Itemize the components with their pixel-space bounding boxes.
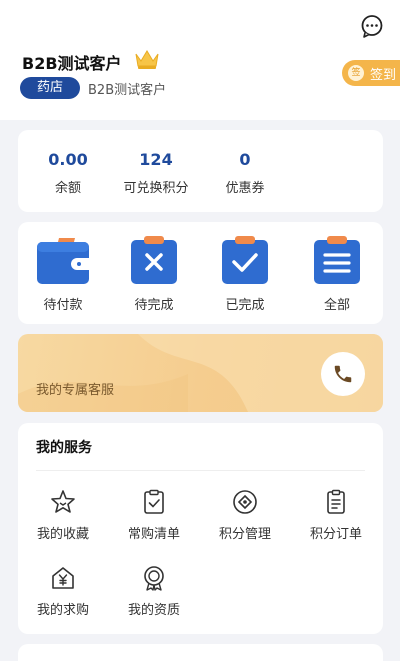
stat-label: 余额 [54, 181, 81, 196]
service-label: 常购清单 [127, 527, 180, 542]
orders-card: 待付款 待完成 已完成 全部 [18, 222, 383, 324]
dedicated-service-banner[interactable]: 我的专属客服 [18, 334, 383, 412]
service-label: 我的资质 [127, 603, 180, 618]
signin-button[interactable]: 签 签到 [342, 60, 400, 86]
order-completed[interactable]: 已完成 [210, 236, 280, 313]
stat-points[interactable]: 124 可兑换积分 [116, 150, 196, 196]
call-button[interactable] [321, 352, 365, 396]
stat-value: 124 [139, 150, 173, 169]
stat-value: 0.00 [48, 150, 88, 169]
service-label: 积分管理 [218, 527, 271, 542]
next-card-peek [18, 644, 383, 661]
profile-header: B2B测试客户 药店 B2B测试客户 签 签到 [0, 0, 400, 120]
stat-balance[interactable]: 0.00 余额 [28, 150, 108, 196]
order-to-complete[interactable]: 待完成 [119, 236, 189, 313]
wallet-icon [37, 238, 89, 284]
service-purchase-requests[interactable]: 我的求购 [20, 565, 106, 618]
points-icon [233, 490, 257, 514]
clipboard-list-icon [314, 236, 360, 284]
stat-label: 可兑换积分 [123, 181, 189, 196]
service-frequent-list[interactable]: 常购清单 [111, 489, 197, 542]
service-points-management[interactable]: 积分管理 [202, 489, 288, 542]
my-services-card: 我的服务 我的收藏 常购清单 积分管理 积分订单 我的求购 我的资质 [18, 423, 383, 634]
order-pending-payment[interactable]: 待付款 [28, 236, 98, 313]
service-label: 我的收藏 [36, 527, 89, 542]
clipboard-x-icon [131, 236, 177, 284]
services-title: 我的服务 [36, 440, 92, 456]
stat-label: 优惠券 [225, 181, 265, 196]
order-label: 待完成 [134, 298, 174, 313]
order-all[interactable]: 全部 [302, 236, 372, 313]
points-order-icon [327, 489, 345, 514]
order-label: 全部 [323, 298, 350, 313]
user-subname: B2B测试客户 [88, 83, 167, 98]
stats-card: 0.00 余额 124 可兑换积分 0 优惠券 [18, 130, 383, 212]
purchase-request-icon [52, 567, 74, 589]
signin-coin-icon: 签 [348, 65, 364, 81]
stat-value: 0 [239, 150, 251, 169]
crown-icon [135, 50, 159, 69]
star-icon [51, 490, 75, 513]
stat-coupons[interactable]: 0 优惠券 [205, 150, 285, 196]
clipboard-check-icon [222, 236, 268, 284]
certificate-icon [144, 566, 164, 591]
signin-label: 签到 [370, 67, 397, 83]
services-divider [36, 470, 365, 471]
service-label: 积分订单 [309, 527, 362, 542]
user-name: B2B测试客户 [22, 54, 122, 73]
checklist-icon [144, 489, 164, 514]
order-label: 已完成 [225, 298, 265, 313]
order-label: 待付款 [43, 298, 83, 313]
service-banner-label: 我的专属客服 [36, 383, 115, 398]
service-points-orders[interactable]: 积分订单 [293, 489, 379, 542]
phone-icon [334, 365, 352, 383]
user-type-badge: 药店 [20, 77, 80, 99]
service-qualifications[interactable]: 我的资质 [111, 565, 197, 618]
message-icon[interactable] [360, 14, 384, 38]
service-label: 我的求购 [36, 603, 89, 618]
service-favorites[interactable]: 我的收藏 [20, 489, 106, 542]
